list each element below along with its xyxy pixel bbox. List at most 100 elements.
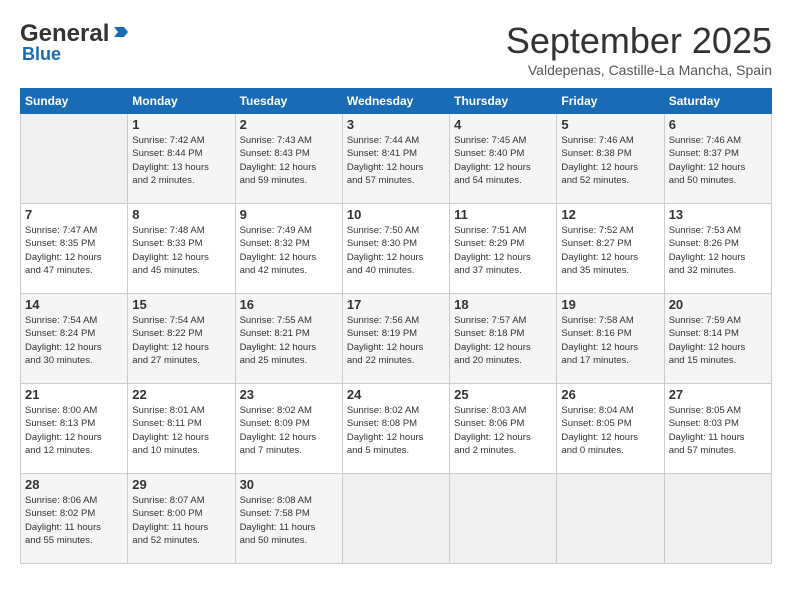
logo-arrow-icon (112, 23, 130, 46)
day-info: Sunrise: 7:55 AM Sunset: 8:21 PM Dayligh… (240, 314, 338, 367)
calendar-week-2: 7Sunrise: 7:47 AM Sunset: 8:35 PM Daylig… (21, 204, 772, 294)
day-info: Sunrise: 8:03 AM Sunset: 8:06 PM Dayligh… (454, 404, 552, 457)
day-number: 4 (454, 117, 552, 132)
day-info: Sunrise: 8:02 AM Sunset: 8:09 PM Dayligh… (240, 404, 338, 457)
day-info: Sunrise: 8:00 AM Sunset: 8:13 PM Dayligh… (25, 404, 123, 457)
day-info: Sunrise: 7:54 AM Sunset: 8:22 PM Dayligh… (132, 314, 230, 367)
day-number: 23 (240, 387, 338, 402)
calendar-day-24: 24 Sunrise: 8:02 AM Sunset: 8:08 PM Dayli… (342, 384, 449, 474)
calendar-day-20: 20 Sunrise: 7:59 AM Sunset: 8:14 PM Dayli… (664, 294, 771, 384)
title-area: September 2025 Valdepenas, Castille-La M… (506, 20, 772, 78)
calendar-empty (342, 474, 449, 564)
calendar-empty (21, 114, 128, 204)
calendar-week-4: 21 Sunrise: 8:00 AM Sunset: 8:13 PM Dayli… (21, 384, 772, 474)
day-info: Sunrise: 7:51 AM Sunset: 8:29 PM Dayligh… (454, 224, 552, 277)
day-number: 24 (347, 387, 445, 402)
day-info: Sunrise: 7:50 AM Sunset: 8:30 PM Dayligh… (347, 224, 445, 277)
day-number: 11 (454, 207, 552, 222)
day-number: 25 (454, 387, 552, 402)
page-header: General Blue September 2025 Valdepenas, … (20, 20, 772, 78)
day-number: 27 (669, 387, 767, 402)
day-number: 28 (25, 477, 123, 492)
weekday-header-friday: Friday (557, 89, 664, 114)
calendar-day-19: 19 Sunrise: 7:58 AM Sunset: 8:16 PM Dayli… (557, 294, 664, 384)
day-info: Sunrise: 7:49 AM Sunset: 8:32 PM Dayligh… (240, 224, 338, 277)
calendar-empty (450, 474, 557, 564)
day-number: 12 (561, 207, 659, 222)
day-number: 26 (561, 387, 659, 402)
calendar-day-25: 25 Sunrise: 8:03 AM Sunset: 8:06 PM Dayli… (450, 384, 557, 474)
day-info: Sunrise: 7:44 AM Sunset: 8:41 PM Dayligh… (347, 134, 445, 187)
day-info: Sunrise: 7:54 AM Sunset: 8:24 PM Dayligh… (25, 314, 123, 367)
calendar-day-23: 23 Sunrise: 8:02 AM Sunset: 8:09 PM Dayli… (235, 384, 342, 474)
calendar-day-18: 18 Sunrise: 7:57 AM Sunset: 8:18 PM Dayli… (450, 294, 557, 384)
day-info: Sunrise: 8:07 AM Sunset: 8:00 PM Dayligh… (132, 494, 230, 547)
calendar-day-29: 29 Sunrise: 8:07 AM Sunset: 8:00 PM Dayli… (128, 474, 235, 564)
day-info: Sunrise: 7:53 AM Sunset: 8:26 PM Dayligh… (669, 224, 767, 277)
calendar-day-28: 28 Sunrise: 8:06 AM Sunset: 8:02 PM Dayli… (21, 474, 128, 564)
day-info: Sunrise: 7:56 AM Sunset: 8:19 PM Dayligh… (347, 314, 445, 367)
day-number: 20 (669, 297, 767, 312)
calendar-week-3: 14 Sunrise: 7:54 AM Sunset: 8:24 PM Dayli… (21, 294, 772, 384)
day-number: 5 (561, 117, 659, 132)
calendar-day-26: 26 Sunrise: 8:04 AM Sunset: 8:05 PM Dayli… (557, 384, 664, 474)
calendar-day-15: 15 Sunrise: 7:54 AM Sunset: 8:22 PM Dayli… (128, 294, 235, 384)
logo-blue-text: Blue (20, 44, 61, 65)
day-info: Sunrise: 7:52 AM Sunset: 8:27 PM Dayligh… (561, 224, 659, 277)
day-info: Sunrise: 7:45 AM Sunset: 8:40 PM Dayligh… (454, 134, 552, 187)
calendar-week-1: 1 Sunrise: 7:42 AM Sunset: 8:44 PM Daylig… (21, 114, 772, 204)
calendar-day-11: 11 Sunrise: 7:51 AM Sunset: 8:29 PM Dayli… (450, 204, 557, 294)
weekday-header-thursday: Thursday (450, 89, 557, 114)
calendar-day-17: 17 Sunrise: 7:56 AM Sunset: 8:19 PM Dayli… (342, 294, 449, 384)
day-info: Sunrise: 7:42 AM Sunset: 8:44 PM Dayligh… (132, 134, 230, 187)
calendar-day-16: 16Sunrise: 7:55 AM Sunset: 8:21 PM Dayli… (235, 294, 342, 384)
calendar-header-row: SundayMondayTuesdayWednesdayThursdayFrid… (21, 89, 772, 114)
day-number: 6 (669, 117, 767, 132)
day-number: 18 (454, 297, 552, 312)
day-number: 19 (561, 297, 659, 312)
day-number: 22 (132, 387, 230, 402)
day-number: 8 (132, 207, 230, 222)
day-number: 17 (347, 297, 445, 312)
day-number: 10 (347, 207, 445, 222)
day-number: 2 (240, 117, 338, 132)
day-info: Sunrise: 8:04 AM Sunset: 8:05 PM Dayligh… (561, 404, 659, 457)
day-info: Sunrise: 8:08 AM Sunset: 7:58 PM Dayligh… (240, 494, 338, 547)
calendar-day-8: 8Sunrise: 7:48 AM Sunset: 8:33 PM Daylig… (128, 204, 235, 294)
location: Valdepenas, Castille-La Mancha, Spain (506, 62, 772, 78)
day-info: Sunrise: 8:05 AM Sunset: 8:03 PM Dayligh… (669, 404, 767, 457)
calendar-day-6: 6 Sunrise: 7:46 AM Sunset: 8:37 PM Daylig… (664, 114, 771, 204)
weekday-header-sunday: Sunday (21, 89, 128, 114)
calendar-day-27: 27 Sunrise: 8:05 AM Sunset: 8:03 PM Dayli… (664, 384, 771, 474)
day-info: Sunrise: 7:58 AM Sunset: 8:16 PM Dayligh… (561, 314, 659, 367)
day-number: 30 (240, 477, 338, 492)
day-number: 14 (25, 297, 123, 312)
day-number: 29 (132, 477, 230, 492)
day-number: 21 (25, 387, 123, 402)
day-info: Sunrise: 7:57 AM Sunset: 8:18 PM Dayligh… (454, 314, 552, 367)
calendar-week-5: 28 Sunrise: 8:06 AM Sunset: 8:02 PM Dayli… (21, 474, 772, 564)
calendar-day-14: 14 Sunrise: 7:54 AM Sunset: 8:24 PM Dayli… (21, 294, 128, 384)
calendar-day-4: 4 Sunrise: 7:45 AM Sunset: 8:40 PM Daylig… (450, 114, 557, 204)
calendar-day-3: 3Sunrise: 7:44 AM Sunset: 8:41 PM Daylig… (342, 114, 449, 204)
calendar-day-5: 5 Sunrise: 7:46 AM Sunset: 8:38 PM Daylig… (557, 114, 664, 204)
calendar-day-13: 13Sunrise: 7:53 AM Sunset: 8:26 PM Dayli… (664, 204, 771, 294)
calendar-day-30: 30 Sunrise: 8:08 AM Sunset: 7:58 PM Dayli… (235, 474, 342, 564)
day-info: Sunrise: 7:46 AM Sunset: 8:38 PM Dayligh… (561, 134, 659, 187)
day-info: Sunrise: 7:59 AM Sunset: 8:14 PM Dayligh… (669, 314, 767, 367)
calendar-day-2: 2 Sunrise: 7:43 AM Sunset: 8:43 PM Daylig… (235, 114, 342, 204)
calendar-empty (664, 474, 771, 564)
day-number: 9 (240, 207, 338, 222)
calendar-day-9: 9 Sunrise: 7:49 AM Sunset: 8:32 PM Daylig… (235, 204, 342, 294)
day-number: 1 (132, 117, 230, 132)
calendar: SundayMondayTuesdayWednesdayThursdayFrid… (20, 88, 772, 564)
calendar-day-7: 7Sunrise: 7:47 AM Sunset: 8:35 PM Daylig… (21, 204, 128, 294)
day-info: Sunrise: 7:46 AM Sunset: 8:37 PM Dayligh… (669, 134, 767, 187)
calendar-day-22: 22Sunrise: 8:01 AM Sunset: 8:11 PM Dayli… (128, 384, 235, 474)
day-info: Sunrise: 8:02 AM Sunset: 8:08 PM Dayligh… (347, 404, 445, 457)
day-number: 15 (132, 297, 230, 312)
month-title: September 2025 (506, 20, 772, 62)
day-info: Sunrise: 8:06 AM Sunset: 8:02 PM Dayligh… (25, 494, 123, 547)
day-number: 7 (25, 207, 123, 222)
day-info: Sunrise: 7:43 AM Sunset: 8:43 PM Dayligh… (240, 134, 338, 187)
